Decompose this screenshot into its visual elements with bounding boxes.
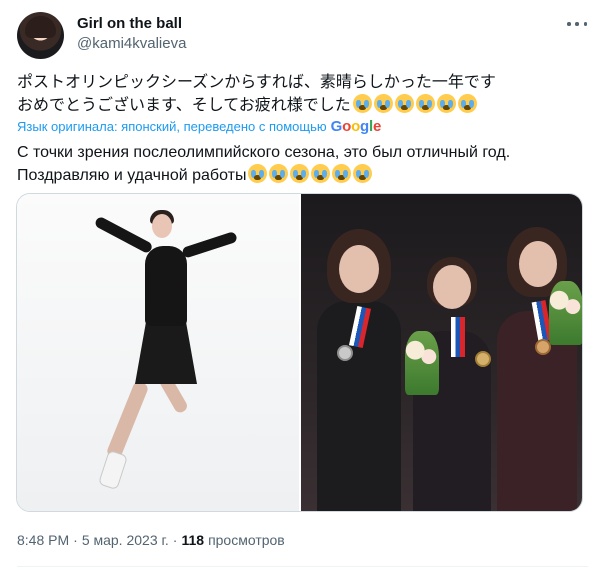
views-label: просмотров — [208, 532, 285, 548]
loudly-crying-face-icon — [290, 164, 310, 183]
tweet-text-ru-line2: Поздравляю и удачной работы — [17, 167, 247, 184]
loudly-crying-face-icon — [269, 164, 289, 183]
photo-skater[interactable] — [17, 194, 301, 511]
views-count: 118 — [181, 532, 205, 548]
author-name[interactable]: Girl on the ball — [77, 14, 186, 33]
tweet-meta: 8:48 PM · 5 мар. 2023 г. · 118 просмотро… — [17, 531, 285, 549]
loudly-crying-face-icon — [457, 94, 477, 113]
loudly-crying-face-icon — [352, 94, 372, 113]
tweet-text-translated: С точки зрения послеолимпийского сезона,… — [17, 142, 587, 187]
loudly-crying-face-icon — [436, 94, 456, 113]
author-handle[interactable]: @kami4kvalieva — [77, 34, 186, 54]
tweet-date[interactable]: 5 мар. 2023 г. — [82, 531, 169, 549]
media-grid — [16, 193, 583, 512]
more-options-icon[interactable] — [567, 16, 587, 32]
tweet-text-ru-line1: С точки зрения послеолимпийского сезона,… — [17, 144, 511, 161]
avatar[interactable] — [17, 12, 64, 59]
loudly-crying-face-icon — [394, 94, 414, 113]
emoji-row-original — [352, 94, 477, 113]
loudly-crying-face-icon — [311, 164, 331, 183]
author-block: Girl on the ball @kami4kvalieva — [77, 14, 186, 54]
tweet-text-jp-line1: ポストオリンピックシーズンからすれば、素晴らしかった一年です — [17, 74, 496, 91]
divider — [17, 566, 588, 567]
meta-separator: · — [73, 532, 78, 548]
tweet-time[interactable]: 8:48 PM — [17, 531, 69, 549]
google-logo: Google — [330, 118, 382, 135]
meta-separator: · — [172, 532, 178, 548]
tweet-text-original: ポストオリンピックシーズンからすれば、素晴らしかった一年です おめでとうございま… — [17, 72, 587, 117]
loudly-crying-face-icon — [373, 94, 393, 113]
emoji-row-translated — [248, 164, 373, 183]
loudly-crying-face-icon — [353, 164, 373, 183]
photo-medalists[interactable] — [301, 194, 582, 511]
tweet-text-jp-line2: おめでとうございます、そしてお疲れ様でした — [17, 97, 351, 114]
loudly-crying-face-icon — [415, 94, 435, 113]
tweet-card: Girl on the ball @kami4kvalieva ポストオリンピッ… — [0, 0, 605, 577]
loudly-crying-face-icon — [332, 164, 352, 183]
translation-note-text: Язык оригинала: японский, переведено с п… — [17, 119, 327, 134]
translation-note[interactable]: Язык оригинала: японский, переведено с п… — [17, 119, 381, 135]
loudly-crying-face-icon — [248, 164, 268, 183]
